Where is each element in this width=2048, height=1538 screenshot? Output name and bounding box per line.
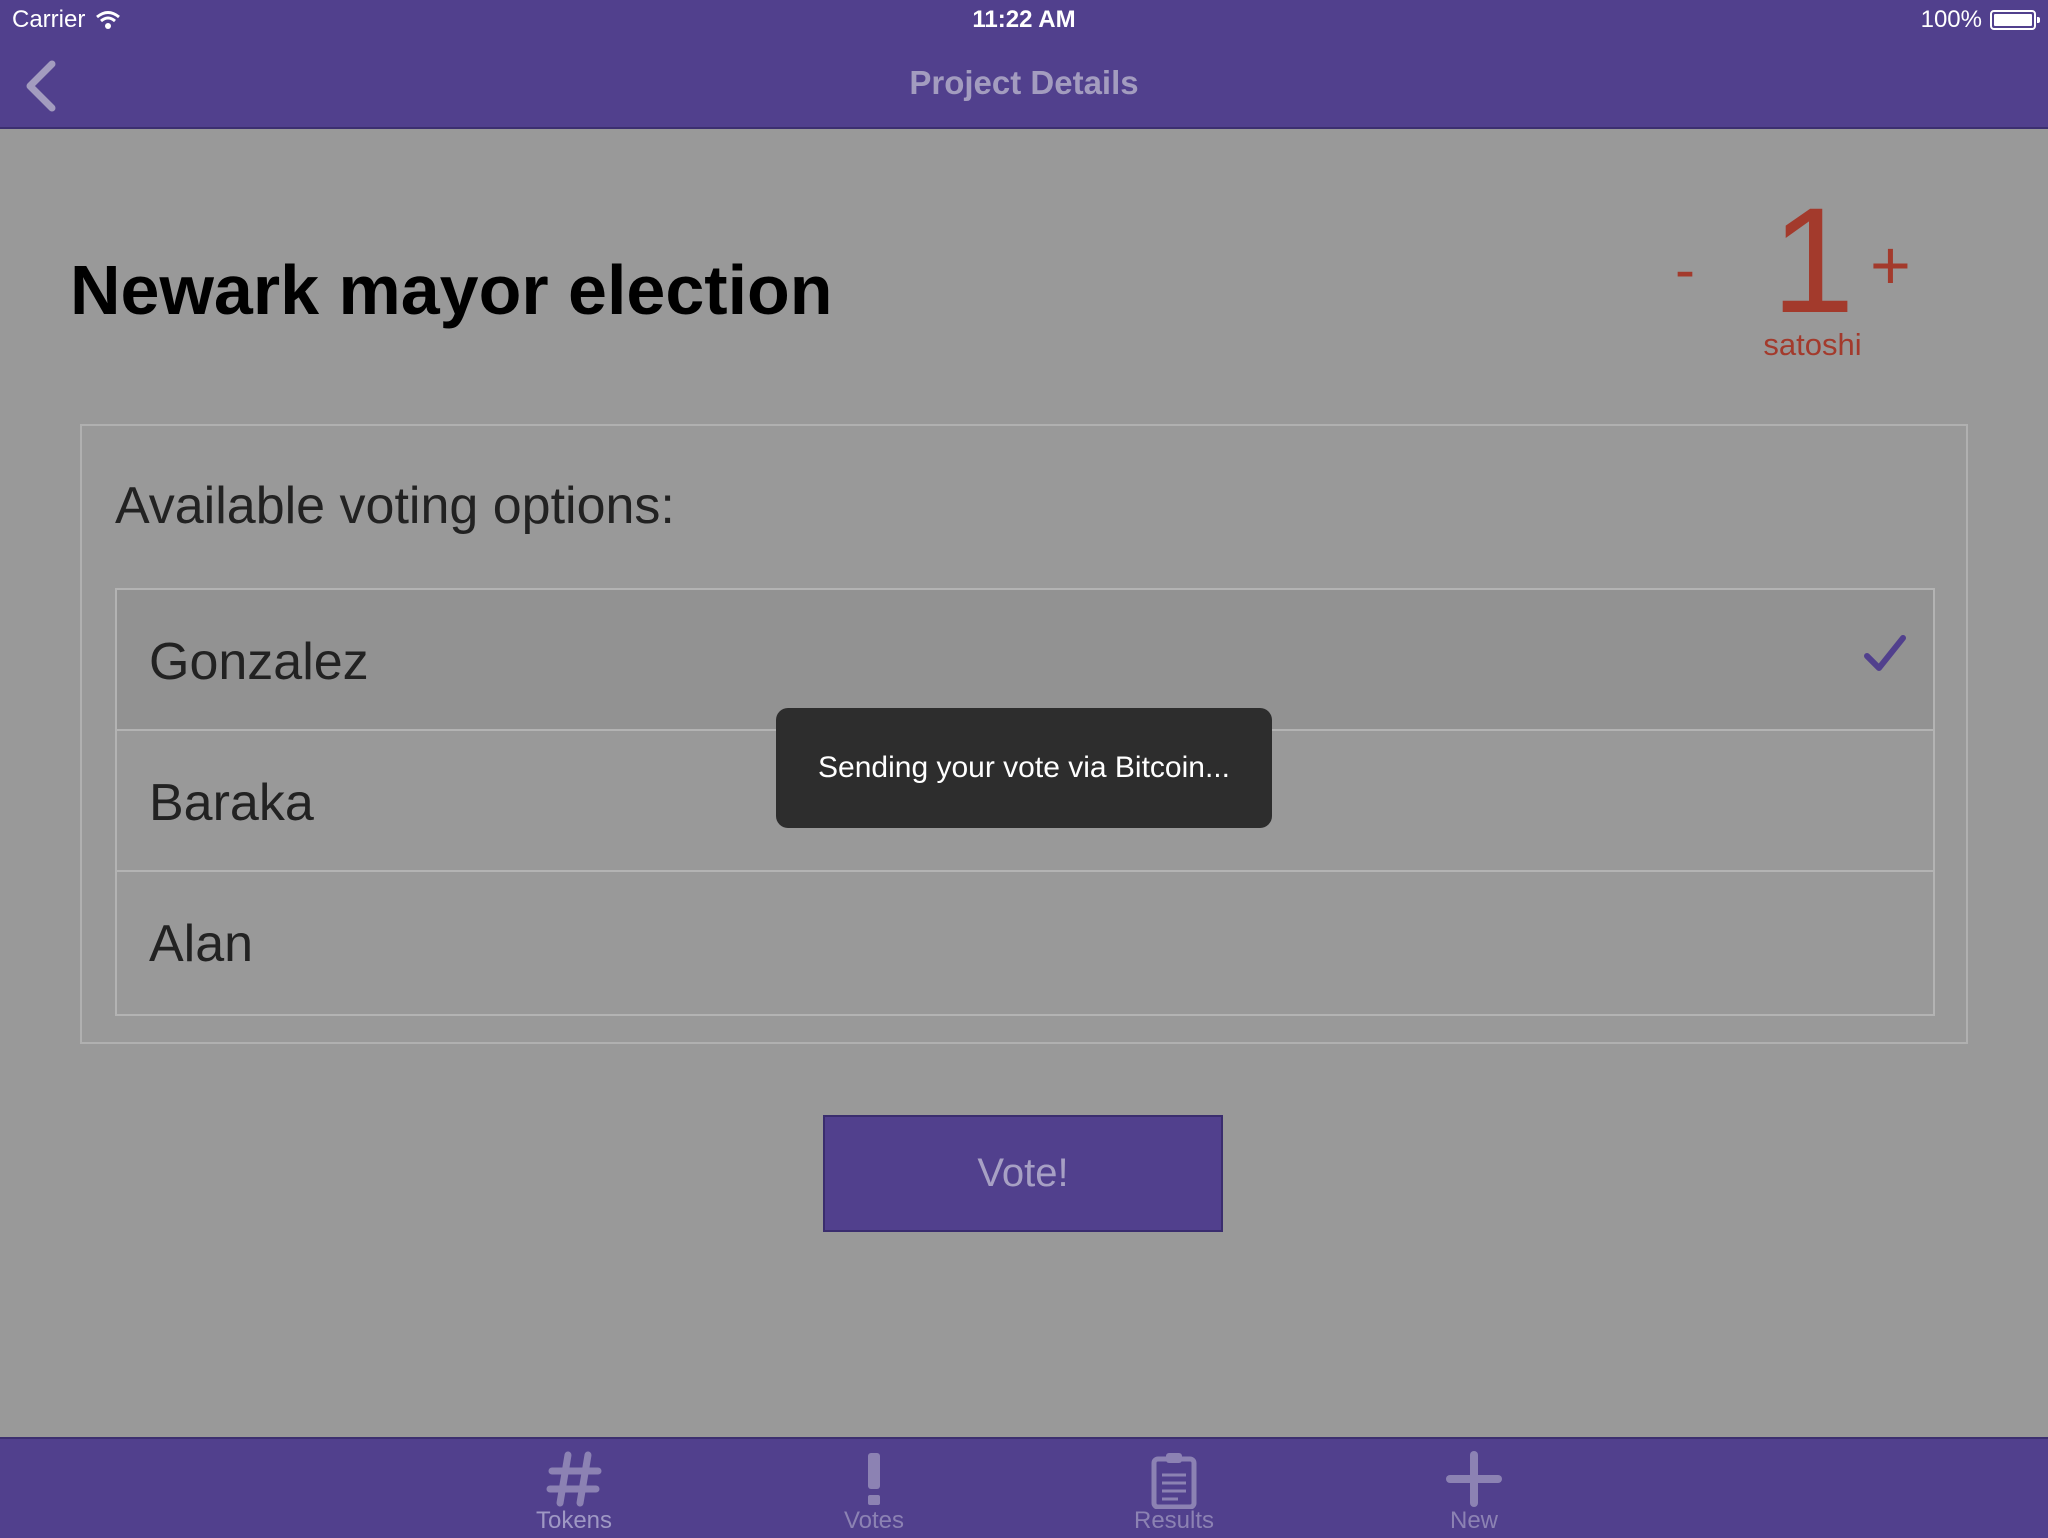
- navigation-bar: Project Details: [0, 42, 2048, 129]
- tab-new[interactable]: New: [1384, 1439, 1564, 1538]
- battery-percent: 100%: [1920, 6, 1982, 33]
- status-time: 11:22 AM: [972, 6, 1076, 33]
- voting-options-heading: Available voting options:: [115, 477, 675, 535]
- satoshi-stepper: - 1 + satoshi: [1665, 185, 1935, 365]
- battery-icon: [1990, 10, 2040, 30]
- exclamation-icon: [868, 1453, 880, 1505]
- increment-button[interactable]: +: [1870, 225, 1911, 305]
- plus-icon: [1446, 1451, 1502, 1507]
- tab-tokens[interactable]: Tokens: [484, 1439, 664, 1538]
- status-bar: Carrier 11:22 AM 100%: [0, 0, 2048, 42]
- clipboard-icon: [1151, 1453, 1197, 1509]
- page-title: Newark mayor election: [70, 251, 833, 329]
- stepper-value: 1: [1771, 176, 1855, 344]
- tab-label: Results: [1133, 1507, 1215, 1534]
- battery-indicator: 100%: [1920, 6, 2040, 34]
- tab-votes[interactable]: Votes: [784, 1439, 964, 1538]
- option-label: Baraka: [149, 774, 314, 832]
- voting-option-alan[interactable]: Alan: [117, 872, 1933, 1013]
- vote-button[interactable]: Vote!: [823, 1115, 1223, 1232]
- stepper-unit: satoshi: [1763, 327, 1862, 362]
- hash-icon: [546, 1451, 602, 1507]
- option-label: Alan: [149, 915, 254, 973]
- tab-bar: Tokens Votes Results New: [0, 1437, 2048, 1538]
- checkmark-icon: [1864, 635, 1906, 671]
- tab-label: Tokens: [535, 1507, 613, 1534]
- sending-toast: Sending your vote via Bitcoin...: [776, 708, 1272, 828]
- option-label: Gonzalez: [149, 633, 369, 691]
- nav-title: Project Details: [909, 64, 1139, 101]
- tab-label: Votes: [843, 1507, 905, 1534]
- tab-label: New: [1449, 1507, 1498, 1534]
- tab-results[interactable]: Results: [1084, 1439, 1264, 1538]
- decrement-button[interactable]: -: [1675, 235, 1695, 304]
